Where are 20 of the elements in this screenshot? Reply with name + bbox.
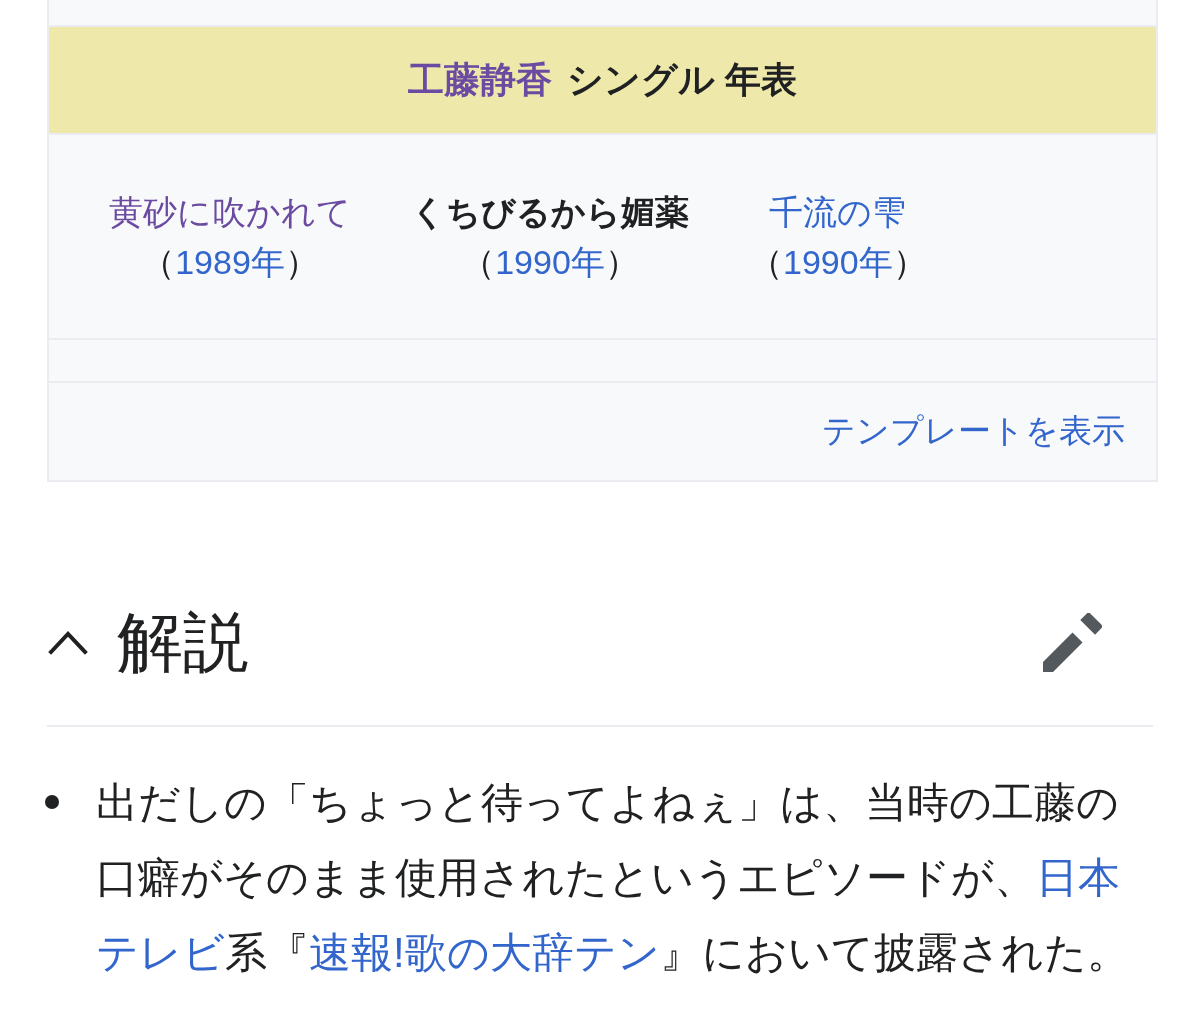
- single-link[interactable]: 黄砂に吹かれて: [109, 187, 351, 237]
- article-link[interactable]: テレビ: [96, 929, 225, 976]
- navbox-title: 工藤静香 シングル 年表: [408, 57, 797, 102]
- article-link[interactable]: 日本: [1036, 854, 1120, 901]
- bullet-icon: [45, 795, 59, 809]
- bullet-text: 出だしの「ちょっと待ってよねぇ」は、当時の工藤の口癖がそのまま使用されたというエピソードが、日本 テレビ系『速報!歌の大辞テン』において披露された。: [96, 778, 1130, 978]
- year-text: （1990年）: [749, 242, 927, 283]
- section-title: 解説: [117, 604, 249, 681]
- chevron-icon[interactable]: [48, 630, 88, 655]
- view-template-link[interactable]: テンプレートを表示: [822, 410, 1125, 453]
- year-text: （1990年）: [461, 242, 639, 283]
- single-link[interactable]: 千流の雫: [769, 187, 907, 237]
- artist-link[interactable]: 工藤静香: [408, 58, 553, 100]
- year-text: （1989年）: [141, 242, 319, 283]
- current-single-title: くちびるから媚薬: [411, 192, 689, 233]
- pencil-icon[interactable]: [1043, 613, 1102, 672]
- year-link[interactable]: 1990年: [495, 243, 605, 281]
- year-link[interactable]: 1990年: [783, 243, 893, 281]
- article-link[interactable]: 速報!歌の大辞テン: [309, 929, 660, 976]
- year-link[interactable]: 1989年: [175, 243, 285, 281]
